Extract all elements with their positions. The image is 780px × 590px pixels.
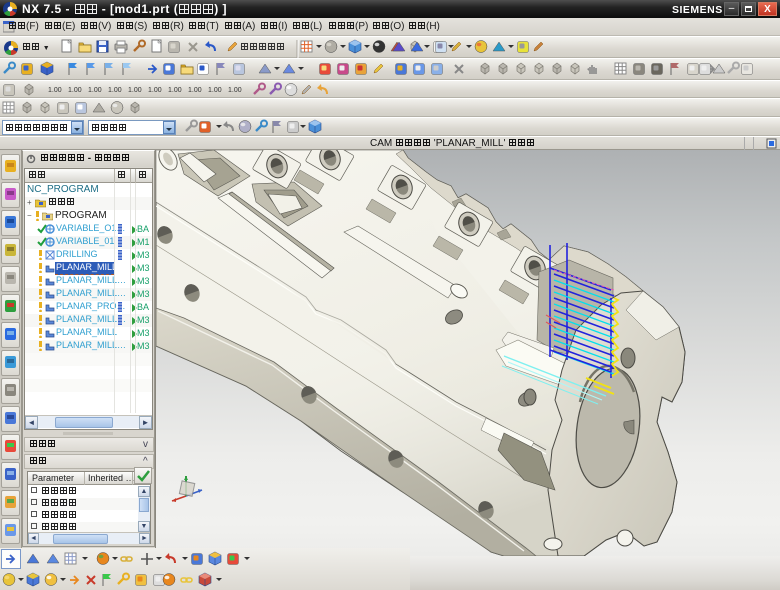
svg-text:1.00: 1.00 [168, 87, 182, 94]
svg-text:1.00: 1.00 [48, 87, 62, 94]
svg-text:1.00: 1.00 [188, 87, 202, 94]
svg-text:1.00: 1.00 [228, 87, 242, 94]
svg-text:1.00: 1.00 [148, 87, 162, 94]
svg-text:1.00: 1.00 [68, 87, 82, 94]
svg-text:1.00: 1.00 [88, 87, 102, 94]
svg-text:1.00: 1.00 [208, 87, 222, 94]
svg-text:1.00: 1.00 [128, 87, 142, 94]
svg-text:1.00: 1.00 [108, 87, 122, 94]
